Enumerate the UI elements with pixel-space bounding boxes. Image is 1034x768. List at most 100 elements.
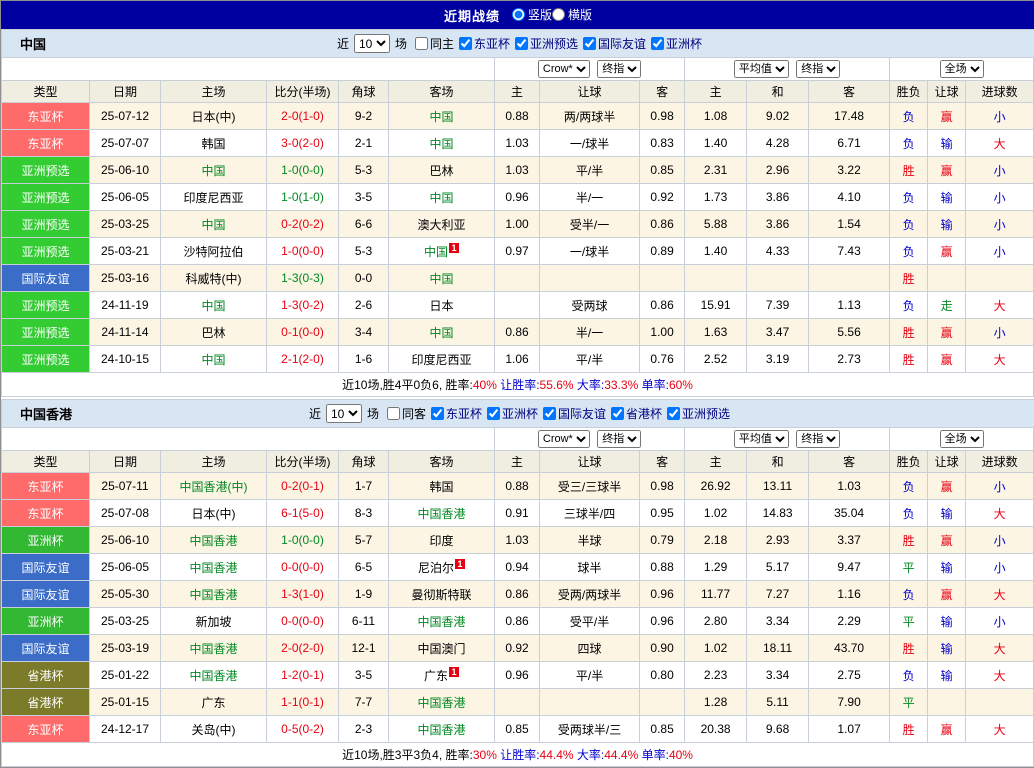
avg-home-odds-cell: 5.88 (684, 210, 748, 238)
stat-segment: 胜率: (445, 748, 473, 762)
away-team-cell: 中国澳门 (387, 634, 496, 662)
match-count-select[interactable]: 10 (325, 404, 362, 423)
layout-radio[interactable] (552, 8, 565, 21)
bookmaker-stage-select[interactable]: 终指 (597, 60, 642, 78)
away-team-name: 曼彻斯特联 (411, 587, 472, 602)
same-side-checkbox[interactable] (386, 407, 400, 420)
league-label: 国际友谊 (598, 36, 647, 51)
avg-draw-odds-cell: 3.86 (746, 183, 810, 211)
col-asian-handicap: 让球 (539, 450, 641, 473)
goals-result-cell: 小 (965, 607, 1034, 635)
away-team-cell: 中国 (387, 183, 496, 211)
league-checkbox[interactable] (611, 406, 625, 420)
europe-avg-select[interactable]: 平均值 (733, 60, 789, 78)
scope-select[interactable]: 全场 (939, 430, 984, 448)
match-row: 国际友谊 25-06-05 中国香港 0-0(0-0) 6-5 尼泊尔 1 0.9… (1, 553, 1034, 581)
date-cell: 25-07-07 (89, 129, 161, 157)
match-count-select[interactable]: 10 (353, 34, 390, 53)
home-team-cell: 中国 (160, 345, 267, 373)
avg-home-odds-cell: 1.02 (684, 634, 748, 662)
away-team-name: 中国 (429, 136, 454, 151)
match-row: 国际友谊 25-03-16 科威特(中) 1-3(0-3) 0-0 中国 胜 (1, 264, 1034, 292)
same-side-filter[interactable]: 同客 (386, 405, 426, 422)
asian-away-odds-cell: 0.76 (639, 345, 686, 373)
scope-select[interactable]: 全场 (939, 60, 984, 78)
league-checkbox[interactable] (487, 406, 500, 420)
corners-cell: 0-0 (338, 264, 389, 292)
league-filter[interactable]: 国际友谊 (543, 405, 606, 422)
same-side-filter[interactable]: 同主 (414, 35, 454, 52)
score-cell: 1-3(1-0) (266, 580, 339, 608)
asian-away-odds-cell (639, 688, 686, 716)
date-cell: 25-03-25 (89, 607, 161, 635)
score-cell: 2-0(2-0) (266, 634, 339, 662)
col-result: 胜负 (889, 450, 929, 473)
avg-home-odds-cell: 20.38 (684, 715, 748, 743)
goals-result-cell: 大 (965, 715, 1034, 743)
league-filter[interactable]: 省港杯 (611, 405, 662, 422)
europe-stage-select[interactable]: 终指 (796, 60, 841, 78)
result-cell: 负 (889, 472, 929, 500)
league-label: 国际友谊 (558, 406, 607, 421)
league-filter[interactable]: 东亚杯 (458, 35, 510, 52)
goals-result-cell: 大 (965, 499, 1034, 527)
same-side-checkbox[interactable] (414, 37, 428, 50)
selrow-spacer (0, 57, 496, 81)
europe-odds-selects: 平均值 终指 (684, 57, 891, 81)
match-row: 东亚杯 25-07-11 中国香港(中) 0-2(0-1) 1-7 韩国 0.8… (1, 472, 1034, 500)
filter-bar: 近 10 场 同客 东亚杯 亚洲杯 国际友谊 省港杯 亚洲预选 (306, 404, 730, 423)
away-team-cell: 中国 (387, 318, 496, 346)
col-away: 客场 (387, 450, 496, 473)
col-type: 类型 (1, 80, 90, 103)
asian-handicap-cell: 受三/三球半 (539, 472, 641, 500)
league-checkbox[interactable] (458, 36, 472, 50)
away-team-name: 中国 (429, 109, 454, 124)
league-checkbox[interactable] (651, 36, 665, 50)
league-filter[interactable]: 亚洲预选 (515, 35, 578, 52)
result-cell: 负 (889, 499, 929, 527)
home-team-cell: 巴林 (160, 318, 267, 346)
league-checkbox[interactable] (430, 406, 444, 420)
away-team-cell: 印度 (387, 526, 496, 554)
match-row: 亚洲预选 25-06-10 中国 1-0(0-0) 5-3 巴林 1.03 平/… (1, 156, 1034, 184)
avg-draw-odds-cell: 5.11 (746, 688, 810, 716)
layout-radio-option[interactable]: 横版 (552, 6, 592, 23)
league-checkbox[interactable] (583, 36, 597, 50)
avg-away-odds-cell: 7.90 (808, 688, 891, 716)
league-checkbox[interactable] (667, 406, 681, 420)
europe-avg-select[interactable]: 平均值 (733, 430, 789, 448)
score-cell: 1-0(0-0) (266, 237, 339, 265)
bookmaker-select[interactable]: Crow* (537, 60, 590, 78)
league-filter[interactable]: 国际友谊 (583, 35, 646, 52)
asian-home-odds-cell: 0.97 (494, 237, 541, 265)
stat-segment: 让胜率: (496, 378, 540, 392)
result-cell: 负 (889, 102, 929, 130)
league-checkbox[interactable] (515, 36, 528, 50)
league-filter[interactable]: 亚洲杯 (651, 35, 702, 52)
bookmaker-select[interactable]: Crow* (537, 430, 590, 448)
corners-cell: 2-1 (338, 129, 389, 157)
asian-home-odds-cell: 0.86 (494, 318, 541, 346)
col-home: 主场 (160, 80, 267, 103)
home-team-name: 日本(中) (191, 109, 236, 124)
league-filter[interactable]: 亚洲杯 (487, 405, 538, 422)
col-result: 胜负 (889, 80, 929, 103)
layout-radio[interactable] (511, 8, 525, 21)
away-team-cell: 曼彻斯特联 (387, 580, 496, 608)
goals-result-cell: 大 (965, 661, 1034, 689)
corners-cell: 3-5 (338, 183, 389, 211)
layout-radio-option[interactable]: 竖版 (511, 6, 552, 23)
scope-select-cell: 全场 (889, 57, 1034, 81)
league-checkbox[interactable] (543, 406, 557, 420)
avg-away-odds-cell: 7.43 (808, 237, 891, 265)
league-filter[interactable]: 东亚杯 (430, 405, 482, 422)
bookmaker-stage-select[interactable]: 终指 (597, 430, 642, 448)
result-cell: 负 (889, 237, 929, 265)
league-filter[interactable]: 亚洲预选 (667, 405, 730, 422)
goals-result-cell: 小 (965, 237, 1034, 265)
avg-draw-odds-cell: 3.34 (746, 661, 810, 689)
handicap-result-cell: 赢 (927, 156, 967, 184)
result-cell: 平 (889, 553, 929, 581)
home-team-name: 中国 (201, 217, 226, 232)
europe-stage-select[interactable]: 终指 (796, 430, 841, 448)
